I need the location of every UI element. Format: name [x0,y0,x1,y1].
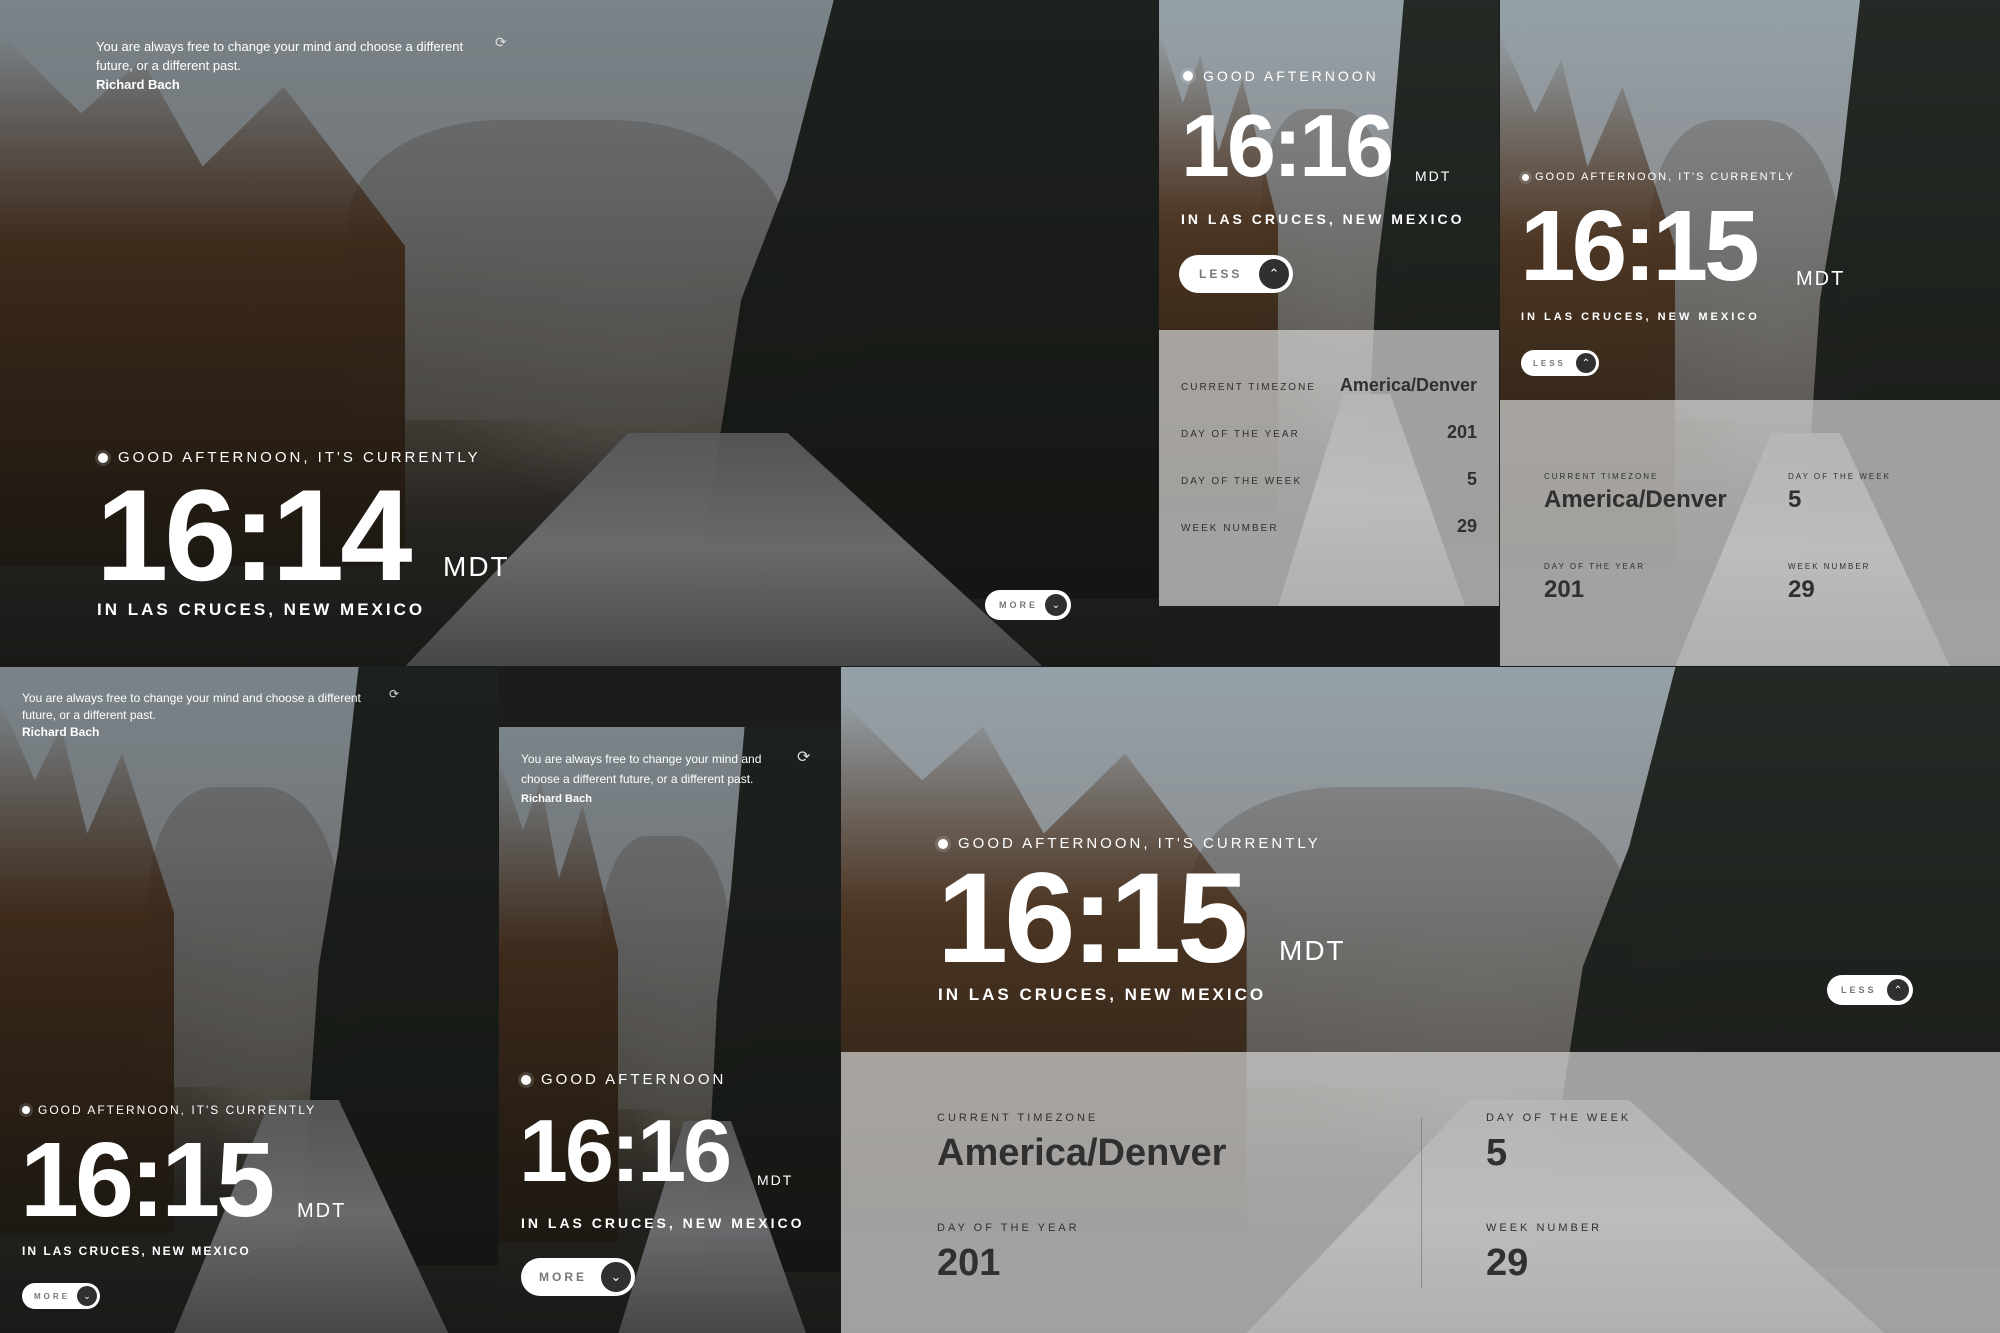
quote-author: Richard Bach [521,793,592,805]
day-of-year-label: DAY OF THE YEAR [937,1222,1080,1234]
details-panel: CURRENT TIMEZONE America/Denver DAY OF T… [841,1052,2000,1333]
quote-text: You are always free to change your mind … [96,39,464,73]
more-button[interactable]: MORE ⌄ [22,1283,100,1309]
week-number-value: 29 [1788,576,1815,603]
quote-block: You are always free to change your mind … [96,37,486,94]
timezone-abbr: MDT [1796,268,1846,290]
day-of-week-value: 5 [1466,469,1477,489]
more-button[interactable]: MORE ⌄ [985,590,1071,620]
current-time: 16:16 [1181,96,1394,195]
sun-icon [98,452,108,463]
timezone-label: CURRENT TIMEZONE [1181,382,1316,393]
sun-icon [521,1074,531,1085]
timezone-value: America/Denver [1544,486,1727,513]
more-button[interactable]: MORE ⌄ [521,1258,635,1296]
timezone-abbr: MDT [757,1172,794,1188]
day-of-year-label: DAY OF THE YEAR [1544,562,1645,571]
divider [1421,1118,1422,1288]
mobile-view: You are always free to change your mind … [0,667,498,1333]
location: IN LAS CRUCES, NEW MEXICO [97,600,426,619]
greeting: GOOD AFTERNOON [521,1071,726,1088]
quote-text: You are always free to change your mind … [521,752,762,786]
more-label: MORE [34,1291,70,1301]
greeting: GOOD AFTERNOON [1183,68,1379,84]
location: IN LAS CRUCES, NEW MEXICO [22,1244,251,1258]
greeting: GOOD AFTERNOON, IT'S CURRENTLY [22,1103,316,1117]
chevron-up-icon: ⌃ [1576,353,1596,373]
current-time: 16:14 [96,462,412,608]
timezone-abbr: MDT [297,1200,347,1222]
chevron-down-icon: ⌄ [1045,594,1067,616]
chevron-down-icon: ⌄ [77,1286,97,1306]
desktop-clock-view: You are always free to change your mind … [0,0,1158,666]
tablet-expanded-view: GOOD AFTERNOON 16:16 MDT IN LAS CRUCES, … [1159,0,1499,666]
current-time: 16:16 [519,1101,732,1200]
timezone-label: CURRENT TIMEZONE [937,1112,1099,1124]
week-number-value: 29 [1486,1242,1529,1284]
day-of-year-label: DAY OF THE YEAR [1181,429,1300,440]
chevron-down-icon: ⌄ [601,1262,631,1292]
greeting: GOOD AFTERNOON, IT'S CURRENTLY [1522,171,1795,183]
location: IN LAS CRUCES, NEW MEXICO [938,985,1267,1004]
timezone-value: America/Denver [1339,375,1477,395]
less-label: LESS [1841,985,1877,995]
greeting-text: GOOD AFTERNOON, IT'S CURRENTLY [38,1103,317,1117]
chevron-up-icon: ⌃ [1887,979,1909,1001]
day-of-week-value: 5 [1788,486,1802,513]
quote-block: You are always free to change your mind … [22,690,372,741]
quote-author: Richard Bach [96,77,180,92]
day-of-year-value: 201 [1446,422,1477,442]
day-of-week-label: DAY OF THE WEEK [1486,1112,1632,1124]
details-panel: CURRENT TIMEZONE America/Denver DAY OF T… [1500,400,2000,666]
timezone-label: CURRENT TIMEZONE [1544,472,1659,481]
less-label: LESS [1199,267,1243,281]
day-of-year-value: 201 [1544,576,1585,603]
less-button[interactable]: LESS ⌃ [1179,255,1293,293]
refresh-icon[interactable]: ⟳ [389,687,399,701]
greeting-text: GOOD AFTERNOON [1203,68,1379,84]
sun-icon [1183,71,1193,81]
current-time: 16:15 [937,847,1248,990]
quote-author: Richard Bach [22,725,100,739]
current-time: 16:15 [1520,190,1760,302]
timezone-abbr: MDT [1279,935,1346,966]
timezone-abbr: MDT [443,551,510,582]
location: IN LAS CRUCES, NEW MEXICO [1181,211,1465,227]
refresh-icon[interactable]: ⟳ [495,34,507,51]
less-label: LESS [1533,358,1566,368]
location: IN LAS CRUCES, NEW MEXICO [521,1215,805,1231]
sun-icon [1522,173,1529,181]
day-of-week-label: DAY OF THE WEEK [1181,476,1303,487]
week-number-label: WEEK NUMBER [1788,562,1871,571]
quote-text: You are always free to change your mind … [22,691,361,722]
desktop-expanded-view: GOOD AFTERNOON, IT'S CURRENTLY 16:15 MDT… [841,667,2000,1333]
day-of-week-label: DAY OF THE WEEK [1788,472,1891,481]
greeting-text: GOOD AFTERNOON, IT'S CURRENTLY [1535,171,1795,183]
greeting-text: GOOD AFTERNOON [541,1071,727,1088]
sun-icon [22,1106,30,1114]
current-time: 16:15 [20,1121,275,1239]
less-button[interactable]: LESS ⌃ [1827,975,1913,1005]
day-of-week-value: 5 [1486,1132,1508,1174]
tablet-wide-expanded-view: GOOD AFTERNOON, IT'S CURRENTLY 16:15 MDT… [1500,0,2000,666]
timezone-value: America/Denver [937,1132,1227,1174]
more-label: MORE [539,1270,587,1284]
details-panel: CURRENT TIMEZONE America/Denver DAY OF T… [1159,330,1499,606]
day-of-year-value: 201 [937,1242,1001,1284]
week-number-label: WEEK NUMBER [1486,1222,1603,1234]
week-number-label: WEEK NUMBER [1181,523,1279,534]
refresh-icon[interactable]: ⟳ [797,747,810,767]
quote-block: You are always free to change your mind … [521,749,771,809]
mobile-narrow-view: You are always free to change your mind … [499,667,840,1333]
less-button[interactable]: LESS ⌃ [1521,350,1599,376]
chevron-up-icon: ⌃ [1259,259,1289,289]
more-label: MORE [999,600,1038,610]
timezone-abbr: MDT [1415,168,1452,184]
location: IN LAS CRUCES, NEW MEXICO [1521,311,1760,323]
week-number-value: 29 [1456,516,1477,536]
